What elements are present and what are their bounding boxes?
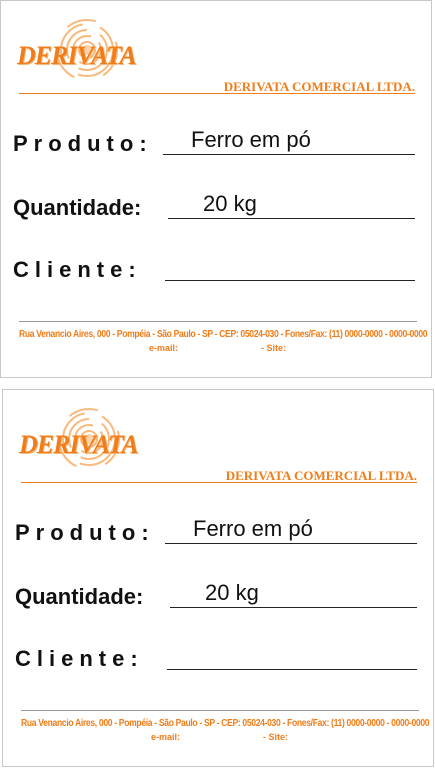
- field-label-produto: Produto:: [15, 520, 149, 545]
- derivata-logo: DERIVATA: [11, 408, 161, 470]
- site-label: - Site:: [261, 343, 287, 353]
- field-cliente: Cliente:: [15, 640, 417, 670]
- field-value-quantidade: 20 kg: [203, 191, 257, 216]
- field-line-quantidade: [170, 607, 417, 608]
- field-label-quantidade: Quantidade:: [15, 584, 144, 609]
- header-divider: [21, 482, 417, 483]
- field-value-quantidade: 20 kg: [205, 580, 259, 605]
- email-label: e-mail:: [151, 732, 181, 742]
- field-label-produto: Produto:: [13, 131, 147, 156]
- field-line-produto: [163, 154, 415, 155]
- field-produto: Produto: Ferro em pó: [13, 125, 415, 155]
- header-divider: [19, 93, 415, 94]
- address-line: Rua Venancio Aires, 000 - Pompéia - São …: [21, 718, 430, 729]
- product-label-card: DERIVATA DERIVATA COMERCIAL LTDA. Produt…: [2, 389, 434, 767]
- derivata-logo: DERIVATA: [9, 19, 159, 81]
- field-line-produto: [165, 543, 417, 544]
- field-quantidade: Quantidade: 20 kg: [15, 578, 417, 608]
- product-label-card: DERIVATA DERIVATA COMERCIAL LTDA. Produt…: [0, 0, 432, 378]
- site-label: - Site:: [263, 732, 289, 742]
- field-label-cliente: Cliente:: [13, 257, 136, 282]
- email-label: e-mail:: [149, 343, 179, 353]
- field-cliente: Cliente:: [13, 251, 415, 281]
- field-value-produto: Ferro em pó: [191, 127, 311, 152]
- footer-divider: [19, 321, 417, 322]
- address-line: Rua Venancio Aires, 000 - Pompéia - São …: [19, 329, 428, 340]
- field-label-quantidade: Quantidade:: [13, 195, 142, 220]
- field-produto: Produto: Ferro em pó: [15, 514, 417, 544]
- field-value-produto: Ferro em pó: [193, 516, 313, 541]
- field-line-cliente: [165, 280, 415, 281]
- field-line-cliente: [167, 669, 417, 670]
- field-label-cliente: Cliente:: [15, 646, 138, 671]
- logo-wordmark: DERIVATA: [19, 430, 139, 459]
- field-line-quantidade: [168, 218, 415, 219]
- field-quantidade: Quantidade: 20 kg: [13, 189, 415, 219]
- footer-divider: [21, 710, 419, 711]
- logo-wordmark: DERIVATA: [17, 41, 137, 70]
